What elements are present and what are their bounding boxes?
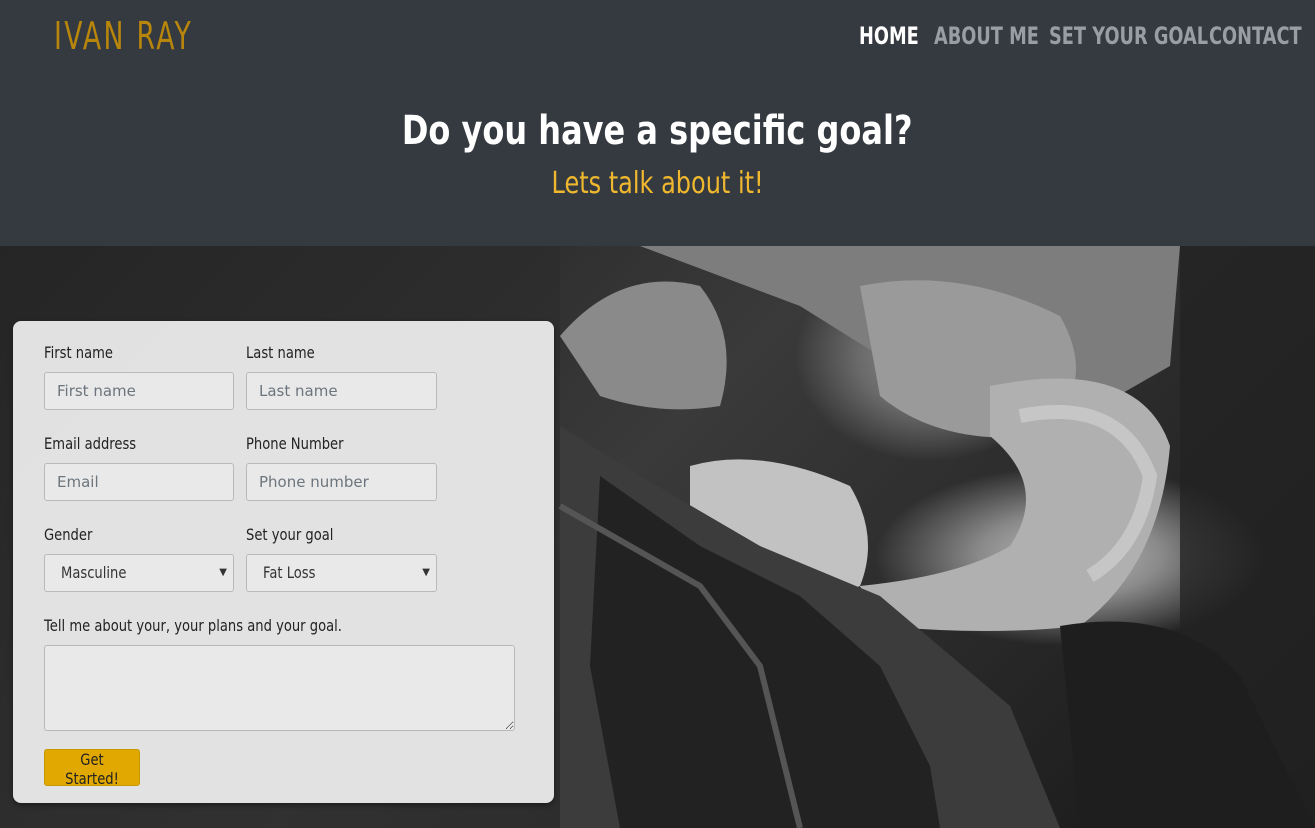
hero-title: Do you have a specific goal? [402,108,913,154]
gender-select-value: Masculine [61,563,127,582]
gender-label: Gender [44,525,93,544]
goal-select[interactable]: Fat Loss ▼ [246,554,437,592]
nav-home[interactable]: HOME [859,22,919,50]
chevron-down-icon: ▼ [422,567,430,578]
chevron-down-icon: ▼ [219,567,227,578]
nav-contact[interactable]: CONTACT [1209,22,1302,50]
email-field[interactable] [44,463,234,501]
goal-select-value: Fat Loss [263,563,316,582]
goal-label: Set your goal [246,525,334,544]
first-name-field[interactable] [44,372,234,410]
main-nav: HOME ABOUT ME SET YOUR GOAL CONTACT [835,22,1302,54]
phone-field[interactable] [246,463,437,501]
brand-logo[interactable]: IVAN RAY [54,14,193,58]
last-name-field[interactable] [246,372,437,410]
goal-form: First name Last name Email address Phone… [13,321,554,803]
hero-subtitle: Lets talk about it! [551,166,764,201]
message-label: Tell me about your, your plans and your … [44,616,342,635]
site-header: IVAN RAY HOME ABOUT ME SET YOUR GOAL CON… [0,0,1315,246]
get-started-button[interactable]: Get Started! [44,749,140,788]
message-textarea[interactable] [44,645,515,731]
nav-set-your-goal[interactable]: SET YOUR GOAL [1049,22,1208,50]
phone-label: Phone Number [246,434,344,453]
first-name-label: First name [44,343,113,362]
last-name-label: Last name [246,343,315,362]
email-label: Email address [44,434,137,453]
nav-about-me[interactable]: ABOUT ME [934,22,1039,50]
gender-select[interactable]: Masculine ▼ [44,554,234,592]
